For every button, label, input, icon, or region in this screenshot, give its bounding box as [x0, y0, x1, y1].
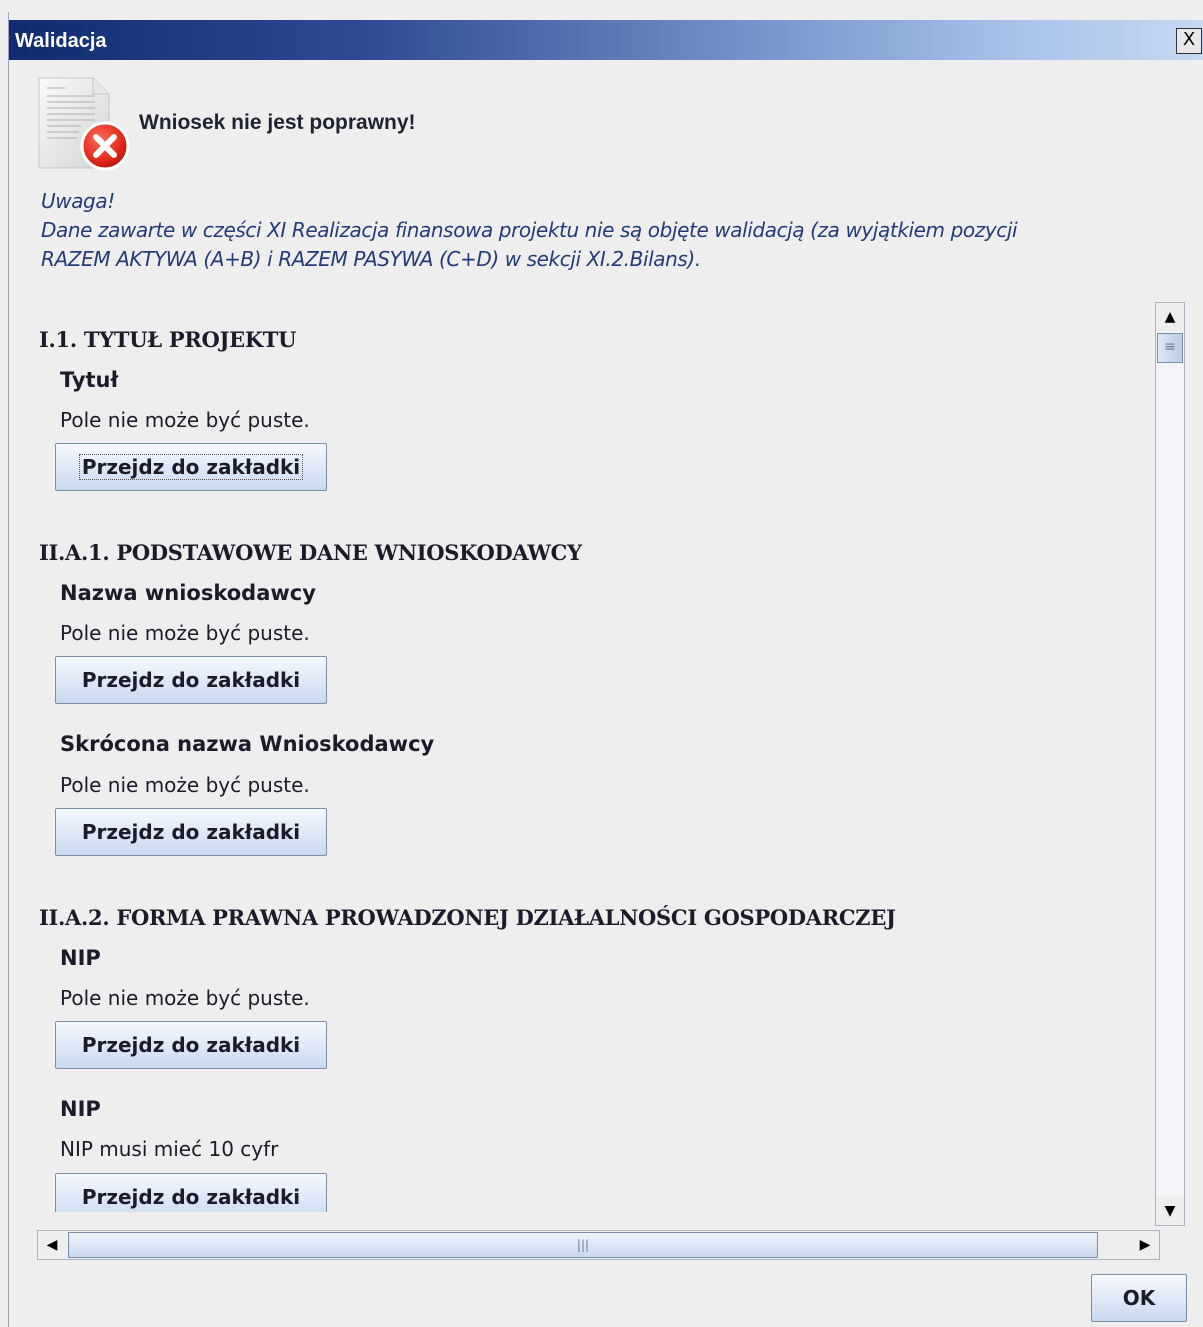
field-name: Tytuł [60, 368, 119, 392]
goto-tab-button[interactable]: Przejdz do zakładki [55, 656, 327, 704]
errors-list[interactable]: I.1. TYTUŁ PROJEKTU Tytuł Pole nie może … [29, 292, 1154, 1212]
field-error-message: Pole nie może być puste. [60, 408, 310, 432]
scroll-left-icon[interactable]: ◀ [38, 1231, 66, 1259]
field-error-message: Pole nie może być puste. [60, 986, 310, 1010]
button-label: Przejdz do zakładki [81, 668, 301, 692]
field-error-message: Pole nie może być puste. [60, 621, 310, 645]
scroll-track[interactable] [1156, 331, 1184, 1197]
scroll-right-icon[interactable]: ▶ [1131, 1231, 1159, 1259]
warning-line: Uwaga! [41, 189, 115, 213]
goto-tab-button[interactable]: Przejdz do zakładki [55, 808, 327, 856]
button-label: Przejdz do zakładki [78, 454, 304, 480]
vertical-scroll-thumb[interactable]: ≡ [1157, 333, 1183, 363]
section-title: II.A.2. FORMA PRAWNA PROWADZONEJ DZIAŁAL… [39, 905, 896, 930]
scroll-up-icon[interactable]: ▲ [1156, 303, 1184, 331]
close-icon: X [1182, 29, 1196, 50]
field-name: Skrócona nazwa Wnioskodawcy [60, 732, 435, 756]
warning-line: RAZEM AKTYWA (A+B) i RAZEM PASYWA (C+D) … [41, 247, 701, 271]
button-label: Przejdz do zakładki [81, 1185, 301, 1209]
field-error-message: NIP musi mieć 10 cyfr [60, 1137, 279, 1161]
button-label: Przejdz do zakładki [81, 820, 301, 844]
section-title: II.A.1. PODSTAWOWE DANE WNIOSKODAWCY [39, 540, 582, 565]
button-label: Przejdz do zakładki [81, 1033, 301, 1057]
section-title: I.1. TYTUŁ PROJEKTU [39, 327, 297, 352]
validation-warning: Uwaga! Dane zawarte w części XI Realizac… [41, 187, 1161, 274]
error-heading: Wniosek nie jest poprawny! [139, 111, 416, 134]
document-error-icon [38, 77, 130, 171]
field-name: NIP [60, 1097, 101, 1121]
vertical-scrollbar[interactable]: ▲ ≡ ▼ [1155, 302, 1185, 1226]
ok-button[interactable]: OK [1091, 1274, 1187, 1322]
field-name: NIP [60, 946, 101, 970]
goto-tab-button[interactable]: Przejdz do zakładki [55, 1021, 327, 1069]
close-button[interactable]: X [1176, 28, 1202, 54]
horizontal-scrollbar[interactable]: ◀ ||| ▶ [37, 1230, 1160, 1260]
scroll-down-icon[interactable]: ▼ [1156, 1197, 1184, 1225]
window-title: Walidacja [15, 30, 107, 52]
title-bar: Walidacja X [9, 20, 1203, 60]
field-error-message: Pole nie może być puste. [60, 773, 310, 797]
goto-tab-button[interactable]: Przejdz do zakładki [55, 443, 327, 491]
validation-dialog: Walidacja X Wniosek nie jest poprawny! U… [8, 12, 1203, 1327]
field-name: Nazwa wnioskodawcy [60, 581, 316, 605]
goto-tab-button[interactable]: Przejdz do zakładki [55, 1173, 327, 1212]
warning-line: Dane zawarte w części XI Realizacja fina… [41, 218, 1018, 242]
horizontal-scroll-thumb[interactable]: ||| [68, 1232, 1098, 1258]
